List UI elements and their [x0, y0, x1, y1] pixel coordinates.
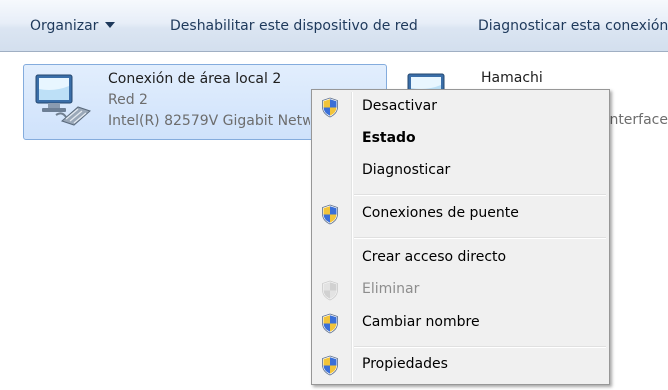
menu-item-label: Eliminar	[362, 281, 420, 297]
adapter-name: Conexión de área local 2	[108, 71, 282, 87]
menu-separator	[354, 346, 606, 348]
disable-device-button[interactable]: Deshabilitar este dispositivo de red	[170, 18, 418, 34]
menu-item-estado[interactable]: Estado	[312, 126, 609, 154]
menu-separator	[354, 194, 606, 196]
menu-item-label: Conexiones de puente	[362, 205, 519, 221]
adapter-name: Hamachi	[481, 70, 543, 86]
menu-item-propiedades[interactable]: Propiedades	[312, 352, 609, 380]
menu-item-desactivar[interactable]: Desactivar	[312, 94, 609, 122]
uac-shield-icon	[322, 280, 338, 301]
menu-item-diagnosticar[interactable]: Diagnosticar	[312, 158, 609, 186]
menu-item-label: Estado	[362, 130, 416, 146]
menu-item-eliminar[interactable]: Eliminar	[312, 277, 609, 305]
adapter-device: Intel(R) 82579V Gigabit Network Connecti…	[108, 113, 310, 129]
menu-item-label: Desactivar	[362, 98, 437, 114]
network-adapter-icon	[35, 74, 91, 126]
menu-item-cambiar-nombre[interactable]: Cambiar nombre	[312, 310, 609, 338]
uac-shield-icon	[322, 355, 338, 376]
diagnose-connection-button[interactable]: Diagnosticar esta conexión	[478, 18, 668, 34]
uac-shield-icon	[322, 313, 338, 334]
menu-item-label: Propiedades	[362, 356, 448, 372]
uac-shield-icon	[322, 204, 338, 225]
menu-item-conexiones-de-puente[interactable]: Conexiones de puente	[312, 201, 609, 229]
organize-label: Organizar	[30, 18, 99, 34]
menu-item-label: Crear acceso directo	[362, 249, 507, 265]
uac-shield-icon	[322, 97, 338, 118]
menu-item-label: Diagnosticar	[362, 162, 451, 178]
adapter-network: Red 2	[108, 92, 148, 108]
command-bar: Organizar Deshabilitar este dispositivo …	[0, 0, 668, 52]
organize-button[interactable]: Organizar	[30, 18, 116, 34]
menu-separator	[354, 237, 606, 239]
context-menu: Desactivar Estado Diagnosticar Conexione…	[311, 89, 610, 385]
menu-item-label: Cambiar nombre	[362, 314, 480, 330]
chevron-down-icon	[105, 22, 116, 28]
menu-item-crear-acceso-directo[interactable]: Crear acceso directo	[312, 245, 609, 273]
